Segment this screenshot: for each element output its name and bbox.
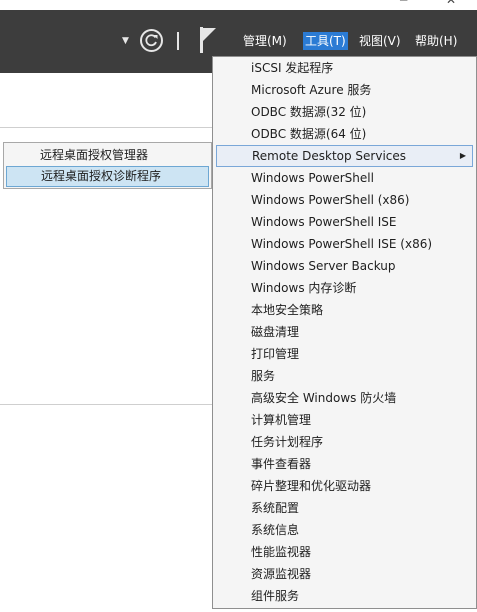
menu-item-component-services[interactable]: 组件服务	[216, 585, 473, 607]
navigation-dropdown-icon[interactable]: ▼	[122, 36, 129, 46]
menu-item-performance-monitor[interactable]: 性能监视器	[216, 541, 473, 563]
menu-item-system-configuration[interactable]: 系统配置	[216, 497, 473, 519]
menu-item-firewall[interactable]: 高级安全 Windows 防火墙	[216, 387, 473, 409]
menu-item-task-scheduler[interactable]: 任务计划程序	[216, 431, 473, 453]
menu-tools[interactable]: 工具(T)	[303, 32, 348, 50]
menu-item-azure-services[interactable]: Microsoft Azure 服务	[216, 79, 473, 101]
menu-item-disk-cleanup[interactable]: 磁盘清理	[216, 321, 473, 343]
menu-item-powershell-x86[interactable]: Windows PowerShell (x86)	[216, 189, 473, 211]
menu-item-powershell-ise-x86[interactable]: Windows PowerShell ISE (x86)	[216, 233, 473, 255]
menu-item-odbc-32[interactable]: ODBC 数据源(32 位)	[216, 101, 473, 123]
remote-desktop-submenu: 远程桌面授权管理器 远程桌面授权诊断程序	[3, 142, 212, 189]
tools-dropdown-menu: iSCSI 发起程序 Microsoft Azure 服务 ODBC 数据源(3…	[212, 56, 477, 609]
submenu-item-licensing-manager[interactable]: 远程桌面授权管理器	[6, 145, 209, 166]
menu-item-local-security-policy[interactable]: 本地安全策略	[216, 299, 473, 321]
notification-flag-icon[interactable]	[198, 27, 218, 53]
submenu-arrow-icon: ▶	[459, 151, 466, 160]
submenu-item-licensing-diagnoser[interactable]: 远程桌面授权诊断程序	[6, 166, 209, 187]
panel-divider	[0, 127, 215, 128]
menu-item-computer-management[interactable]: 计算机管理	[216, 409, 473, 431]
title-bar: ─ ✕	[0, 0, 477, 10]
menu-item-powershell-ise[interactable]: Windows PowerShell ISE	[216, 211, 473, 233]
minimize-icon[interactable]: ─	[400, 0, 407, 7]
menu-item-iscsi-initiator[interactable]: iSCSI 发起程序	[216, 57, 473, 79]
menu-item-memory-diagnostic[interactable]: Windows 内存诊断	[216, 277, 473, 299]
menu-item-remote-desktop-services[interactable]: Remote Desktop Services ▶	[216, 145, 473, 167]
menu-item-system-information[interactable]: 系统信息	[216, 519, 473, 541]
menu-manage[interactable]: 管理(M)	[241, 32, 289, 50]
toolbar-separator	[177, 32, 179, 50]
menu-item-resource-monitor[interactable]: 资源监视器	[216, 563, 473, 585]
menu-item-event-viewer[interactable]: 事件查看器	[216, 453, 473, 475]
panel-divider	[0, 404, 215, 405]
menu-item-defragment[interactable]: 碎片整理和优化驱动器	[216, 475, 473, 497]
menu-item-label: Remote Desktop Services	[252, 149, 407, 163]
menu-view[interactable]: 视图(V)	[357, 32, 403, 50]
close-icon[interactable]: ✕	[446, 0, 456, 7]
refresh-icon[interactable]	[140, 29, 163, 52]
menu-item-services[interactable]: 服务	[216, 365, 473, 387]
menu-item-odbc-64[interactable]: ODBC 数据源(64 位)	[216, 123, 473, 145]
menu-item-powershell[interactable]: Windows PowerShell	[216, 167, 473, 189]
menu-help[interactable]: 帮助(H)	[413, 32, 459, 50]
menu-item-server-backup[interactable]: Windows Server Backup	[216, 255, 473, 277]
menu-item-print-management[interactable]: 打印管理	[216, 343, 473, 365]
